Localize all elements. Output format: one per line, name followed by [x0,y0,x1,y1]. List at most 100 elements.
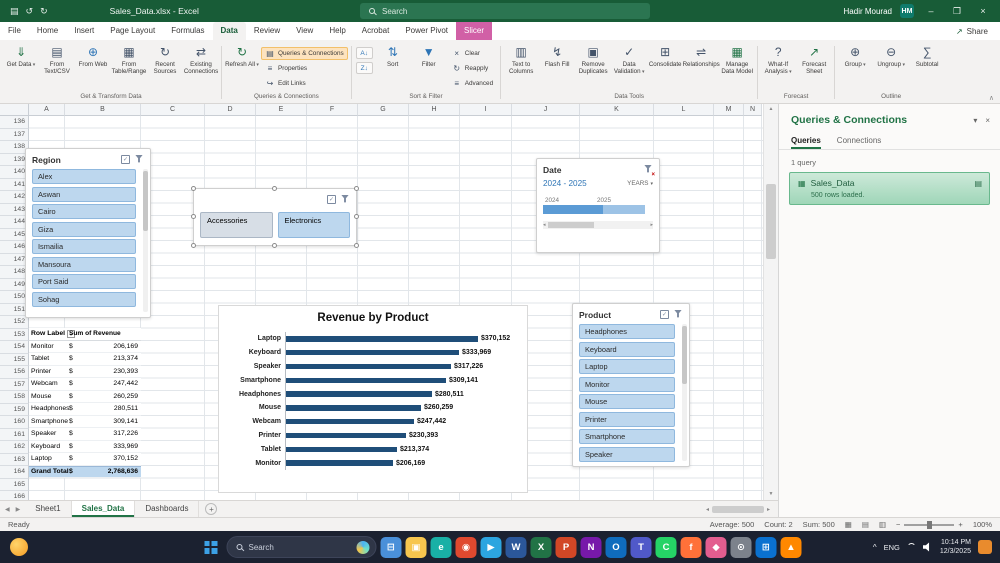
column-header-a[interactable]: A [29,104,65,116]
ribbon-button-queries-connections[interactable]: ▤Queries & Connections [261,47,348,60]
row-header-159[interactable]: 159 [0,404,29,417]
granularity-dropdown[interactable]: YEARS▾ [627,180,653,187]
slicer-item-keyboard[interactable]: Keyboard [579,342,675,357]
ribbon-tab-review[interactable]: Review [246,22,288,40]
scrollbar-thumb[interactable] [766,184,776,259]
sheet-tab-sales-data[interactable]: Sales_Data [72,501,136,517]
sheet-nav-left-icon[interactable]: ◀ [5,506,10,513]
ribbon-button-get-data[interactable]: ⇓Get Data ▾ [4,42,38,69]
resize-handle[interactable] [354,214,359,219]
ribbon-button-filter[interactable]: ▼Filter [412,42,446,68]
date-timeline-slicer[interactable]: Date × 2024 - 2025 YEARS▾ 20242025 ◂ ▸ [536,158,660,253]
taskbar-search[interactable]: Search [227,536,377,558]
slicer-item-mouse[interactable]: Mouse [579,394,675,409]
row-header-157[interactable]: 157 [0,379,29,392]
store-icon[interactable]: ⊞ [756,537,777,558]
column-header-h[interactable]: H [409,104,460,116]
ribbon-button-data-validation[interactable]: ✓Data Validation ▾ [612,42,646,76]
row-header-154[interactable]: 154 [0,341,29,354]
row-header-163[interactable]: 163 [0,454,29,467]
clear-filter-icon[interactable] [134,155,144,165]
clear-filter-icon[interactable]: × [643,165,653,175]
ribbon-tab-help[interactable]: Help [321,22,353,40]
ribbon-tab-page-layout[interactable]: Page Layout [102,22,163,40]
sheet-tab-sheet1[interactable]: Sheet1 [25,501,71,517]
timeline-scrollbar[interactable]: ◂ ▸ [543,221,653,229]
row-header-136[interactable]: 136 [0,116,29,129]
clear-filter-icon[interactable] [340,195,350,205]
select-all-corner[interactable] [0,104,29,116]
row-header-153[interactable]: 153 [0,329,29,342]
slicer-item-speaker[interactable]: Speaker [579,447,675,462]
scroll-left-icon[interactable]: ◂ [543,222,546,228]
ribbon-button-reapply[interactable]: ↻Reapply [448,62,497,75]
tab-connections[interactable]: Connections [837,134,881,149]
row-header-156[interactable]: 156 [0,366,29,379]
ribbon-button-forecast-sheet[interactable]: ↗Forecast Sheet [797,42,831,75]
save-icon[interactable]: ▤ [10,6,19,17]
row-header-152[interactable]: 152 [0,316,29,329]
telegram-icon[interactable]: ▶ [481,537,502,558]
slicer-item-alex[interactable]: Alex [32,169,136,184]
volume-icon[interactable] [923,542,933,552]
zoom-slider[interactable] [904,524,954,526]
avatar[interactable]: HM [900,4,914,18]
product-slicer-scrollbar[interactable] [682,324,687,461]
whatsapp-icon[interactable]: C [656,537,677,558]
ribbon-tab-data[interactable]: Data [213,22,246,40]
ribbon-tab-acrobat[interactable]: Acrobat [354,22,398,40]
ribbon-tab-insert[interactable]: Insert [66,22,102,40]
slicer-item-accessories[interactable]: Accessories [200,212,273,238]
chevron-down-icon[interactable]: ▾ [973,116,977,125]
ribbon-button-from-text-csv[interactable]: ▤From Text/CSV [40,42,74,75]
ribbon-tab-power-pivot[interactable]: Power Pivot [397,22,456,40]
region-slicer[interactable]: Region ✓ AlexAswanCairoGizaIsmailiaManso… [25,148,151,318]
ribbon-tab-home[interactable]: Home [29,22,66,40]
onenote-icon[interactable]: N [581,537,602,558]
column-header-m[interactable]: M [714,104,744,116]
wifi-icon[interactable] [907,543,916,552]
column-header-e[interactable]: E [256,104,307,116]
slicer-item-laptop[interactable]: Laptop [579,359,675,374]
row-header-164[interactable]: 164 [0,466,29,479]
excel-icon[interactable]: X [531,537,552,558]
slicer-item-electronics[interactable]: Electronics [278,212,351,238]
ribbon-tab-formulas[interactable]: Formulas [163,22,212,40]
chrome-icon[interactable]: ◉ [456,537,477,558]
ribbon-button-sort[interactable]: ⇅Sort [376,42,410,68]
zoom-out-icon[interactable]: − [896,520,900,529]
ribbon-button-remove-duplicates[interactable]: ▣Remove Duplicates [576,42,610,75]
ribbon-button-flash-fill[interactable]: ↯Flash Fill [540,42,574,68]
column-header-f[interactable]: F [307,104,358,116]
normal-view-icon[interactable]: ▦ [845,520,852,529]
resize-handle[interactable] [191,243,196,248]
sheet-tab-dashboards[interactable]: Dashboards [135,501,199,517]
scroll-left-icon[interactable]: ◂ [706,506,709,513]
slicer-item-mansoura[interactable]: Mansoura [32,257,136,272]
row-header-162[interactable]: 162 [0,441,29,454]
resize-handle[interactable] [272,186,277,191]
column-header-l[interactable]: L [654,104,714,116]
scroll-right-icon[interactable]: ▸ [650,222,653,228]
new-sheet-button[interactable]: + [205,503,217,515]
slicer-item-printer[interactable]: Printer [579,412,675,427]
redo-icon[interactable]: ↻ [40,6,48,17]
tab-queries[interactable]: Queries [791,134,821,149]
start-button[interactable] [199,535,223,559]
category-slicer[interactable]: ✓ AccessoriesElectronics [193,188,357,246]
ribbon-button-consolidate[interactable]: ⊞Consolidate [648,42,682,68]
ribbon-tab-file[interactable]: File [0,22,29,40]
ribbon-button-from-web[interactable]: ⊕From Web [76,42,110,68]
ribbon-button-clear[interactable]: ×Clear [448,47,497,60]
row-header-165[interactable]: 165 [0,479,29,492]
slicer-item-sohag[interactable]: Sohag [32,292,136,307]
slicer-item-cairo[interactable]: Cairo [32,204,136,219]
ribbon-button-text-to-columns[interactable]: ▥Text to Columns [504,42,538,75]
scroll-down-icon[interactable]: ▼ [764,489,778,500]
undo-icon[interactable]: ↺ [26,6,34,17]
ribbon-button-manage-data-model[interactable]: ▦Manage Data Model [720,42,754,75]
resize-handle[interactable] [354,243,359,248]
row-header-137[interactable]: 137 [0,129,29,142]
resize-handle[interactable] [354,186,359,191]
ribbon-button-from-table-range[interactable]: ▦From Table/Range [112,42,146,75]
